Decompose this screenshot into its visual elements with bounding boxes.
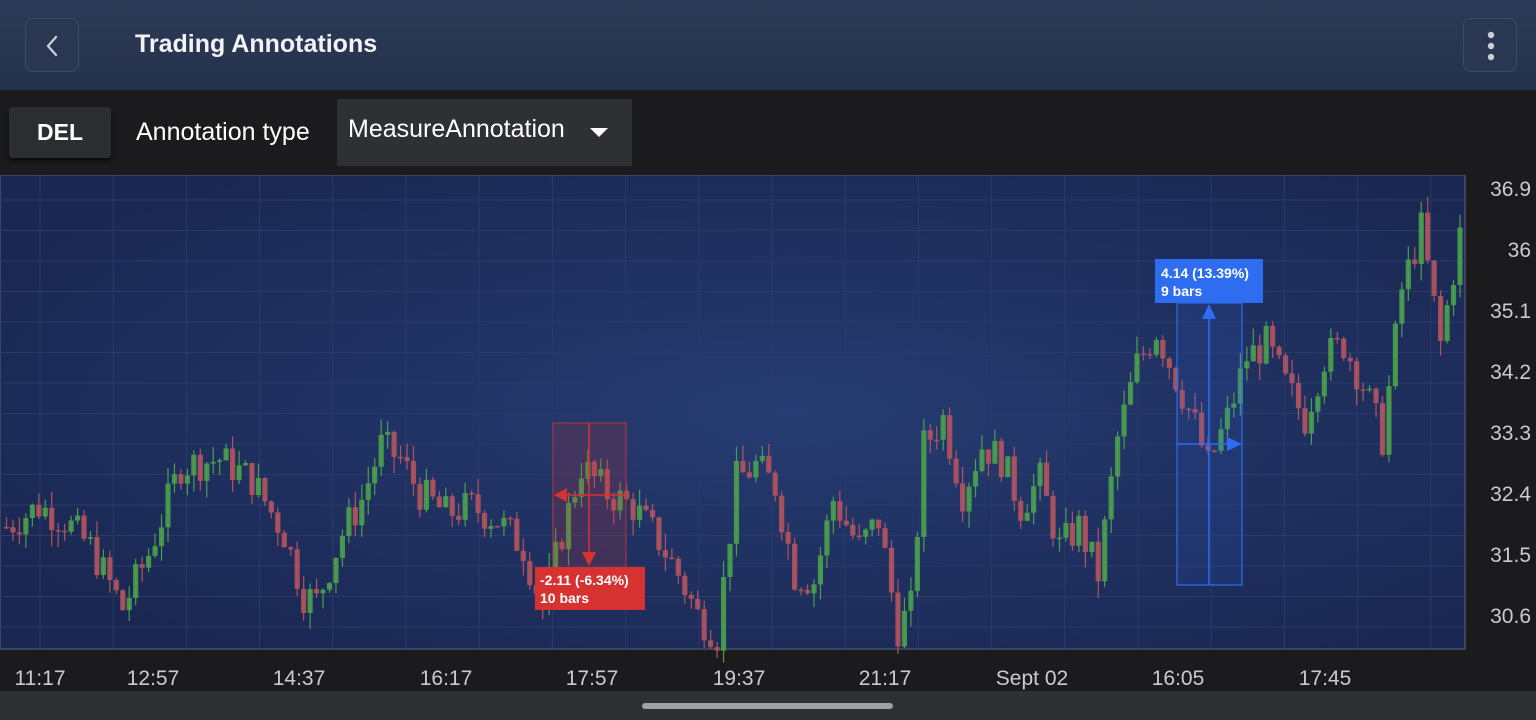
y-axis: 36.9 36 35.1 34.2 33.3 32.4 31.5 30.6	[1490, 178, 1531, 628]
candle	[914, 531, 920, 598]
y-tick-label: 33.3	[1490, 422, 1531, 445]
x-axis: 11:17 12:57 14:37 16:17 17:57 19:37 21:17 Sept …	[15, 667, 1352, 690]
x-tick-label: 14:37	[273, 667, 326, 690]
measure-bars-label: 10 bars	[540, 590, 589, 606]
candle	[1153, 337, 1159, 358]
annotation-type-select[interactable]: MeasureAnnotation	[337, 99, 632, 166]
plot-area	[0, 175, 1466, 650]
y-tick-label: 36.9	[1490, 178, 1531, 201]
back-button[interactable]	[25, 18, 79, 72]
candle	[1386, 375, 1392, 463]
x-tick-label: 17:57	[566, 667, 619, 690]
measure-value-label: -2.11 (-6.34%)	[540, 572, 629, 588]
candle	[733, 446, 740, 557]
y-tick-label: 34.2	[1490, 361, 1531, 384]
x-tick-label: 19:37	[713, 667, 766, 690]
candle	[1005, 456, 1011, 478]
candle	[430, 476, 436, 500]
y-tick-label: 32.4	[1490, 483, 1531, 506]
page-title: Trading Annotations	[135, 30, 378, 58]
app-bar: Trading Annotations	[0, 0, 1536, 90]
x-tick-label: 11:17	[15, 667, 66, 690]
delete-button[interactable]: DEL	[9, 107, 111, 158]
candle	[1444, 300, 1450, 344]
measure-bars-label: 9 bars	[1161, 283, 1202, 299]
candle	[1431, 260, 1437, 302]
measure-value-label: 4.14 (13.39%)	[1161, 265, 1249, 281]
candle	[998, 437, 1004, 483]
candle	[921, 418, 927, 552]
candle	[1379, 395, 1386, 457]
more-options-button[interactable]	[1463, 18, 1517, 72]
candlestick-chart[interactable]: -2.11 (-6.34%) 10 bars 4.14 (13.39%) 9 bars…	[0, 175, 1536, 691]
x-tick-label: 21:17	[859, 667, 912, 690]
x-tick-label: 12:57	[127, 667, 180, 690]
y-tick-label: 31.5	[1490, 544, 1531, 567]
chevron-left-icon	[46, 35, 58, 57]
candle	[947, 407, 953, 465]
home-indicator[interactable]	[642, 703, 893, 709]
candle	[1102, 515, 1108, 588]
more-vertical-icon	[1487, 31, 1495, 61]
y-tick-label: 30.6	[1490, 605, 1531, 628]
y-tick-label: 36	[1508, 239, 1531, 262]
candle	[294, 541, 300, 596]
x-tick-label: 16:17	[420, 667, 473, 690]
x-tick-label: Sept 02	[996, 667, 1068, 690]
y-tick-label: 35.1	[1490, 300, 1531, 323]
chart-area[interactable]: -2.11 (-6.34%) 10 bars 4.14 (13.39%) 9 bars…	[0, 175, 1536, 691]
annotation-type-value: MeasureAnnotation	[348, 115, 565, 143]
candle	[792, 537, 798, 592]
candle	[1263, 321, 1269, 365]
candle	[1282, 353, 1289, 376]
caret-down-icon	[590, 128, 608, 137]
annotation-type-label: Annotation type	[136, 118, 310, 146]
candle	[120, 588, 126, 611]
system-navigation-bar	[0, 691, 1536, 720]
candle	[1392, 320, 1398, 390]
candle	[1341, 336, 1347, 361]
x-tick-label: 16:05	[1152, 667, 1205, 690]
x-tick-label: 17:45	[1299, 667, 1352, 690]
